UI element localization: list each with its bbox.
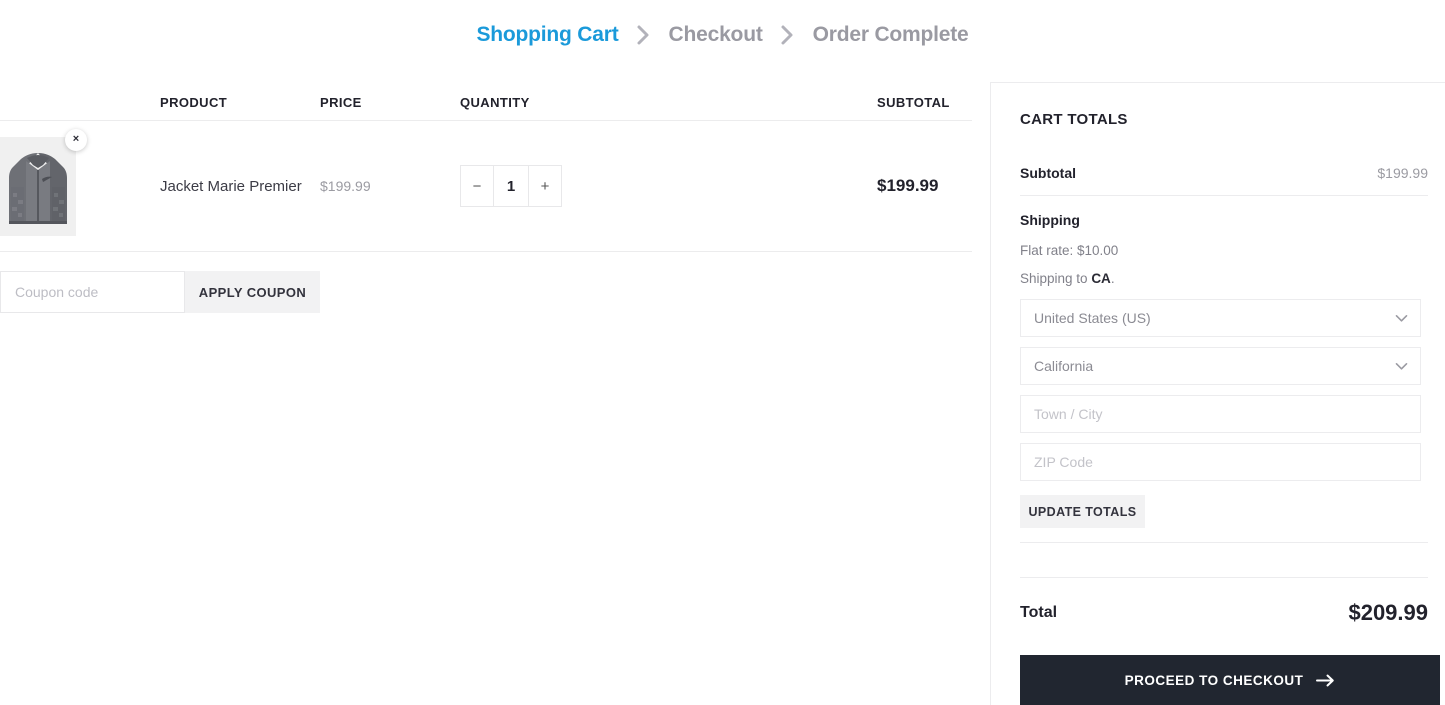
shipping-to-state: CA <box>1091 271 1111 286</box>
cart-table: PRODUCT PRICE QUANTITY SUBTOTAL <box>0 82 972 252</box>
state-select-value: California <box>1021 348 1420 384</box>
table-row: × Jacket Marie Premier $199.99 − 1 + $19… <box>0 121 972 252</box>
shipping-flat-rate: Flat rate: $10.00 <box>1020 243 1428 258</box>
proceed-to-checkout-button[interactable]: PROCEED TO CHECKOUT <box>1020 655 1440 705</box>
update-totals-button[interactable]: UPDATE TOTALS <box>1020 495 1145 528</box>
shipping-to-suffix: . <box>1111 271 1115 286</box>
coupon-input[interactable] <box>0 271 185 313</box>
zip-input[interactable] <box>1021 444 1420 480</box>
shipping-destination: Shipping to CA. <box>1020 271 1428 286</box>
country-select[interactable]: United States (US) <box>1020 299 1421 337</box>
product-cell: × Jacket Marie Premier <box>0 121 320 252</box>
column-header-subtotal: SUBTOTAL <box>672 95 972 120</box>
product-quantity-cell: − 1 + <box>460 165 672 207</box>
column-header-product: PRODUCT <box>0 95 320 120</box>
product-subtotal: $199.99 <box>877 176 938 196</box>
quantity-stepper: − 1 + <box>460 165 562 207</box>
product-name[interactable]: Jacket Marie Premier <box>160 178 302 195</box>
shipping-block: Shipping Flat rate: $10.00 Shipping to C… <box>1020 196 1428 543</box>
cart-totals-title: CART TOTALS <box>1020 111 1428 128</box>
product-subtotal-cell: $199.99 <box>672 176 972 196</box>
step-checkout[interactable]: Checkout <box>669 23 763 47</box>
shipping-to-prefix: Shipping to <box>1020 271 1091 286</box>
product-price-cell: $199.99 <box>320 178 460 194</box>
quantity-decrease-button[interactable]: − <box>461 166 493 206</box>
product-thumbnail-wrap: × <box>0 121 160 252</box>
product-price: $199.99 <box>320 178 371 194</box>
coupon-row: APPLY COUPON <box>0 271 972 313</box>
shipping-label: Shipping <box>1020 212 1428 228</box>
subtotal-value: $199.99 <box>1377 165 1428 181</box>
total-value: $209.99 <box>1348 600 1428 626</box>
arrow-right-icon <box>1316 674 1335 687</box>
cart-page: Shopping Cart Checkout Order Complete PR… <box>0 0 1445 705</box>
quantity-value[interactable]: 1 <box>493 166 529 206</box>
country-select-value: United States (US) <box>1021 300 1420 336</box>
chevron-right-icon-2 <box>763 24 813 46</box>
chevron-right-icon <box>619 24 669 46</box>
state-select[interactable]: California <box>1020 347 1421 385</box>
column-header-price: PRICE <box>320 95 460 120</box>
zip-field[interactable] <box>1020 443 1421 481</box>
proceed-to-checkout-label: PROCEED TO CHECKOUT <box>1125 673 1304 688</box>
product-image[interactable] <box>0 137 76 236</box>
total-row: Total $209.99 <box>1020 577 1428 626</box>
step-shopping-cart[interactable]: Shopping Cart <box>476 23 618 47</box>
subtotal-row: Subtotal $199.99 <box>1020 165 1428 196</box>
step-order-complete[interactable]: Order Complete <box>813 23 969 47</box>
apply-coupon-button[interactable]: APPLY COUPON <box>185 271 320 313</box>
cart-totals-panel: CART TOTALS Subtotal $199.99 Shipping Fl… <box>990 82 1445 705</box>
remove-item-button[interactable]: × <box>65 129 87 151</box>
checkout-steps: Shopping Cart Checkout Order Complete <box>0 0 1445 70</box>
cart-table-header: PRODUCT PRICE QUANTITY SUBTOTAL <box>0 82 972 121</box>
subtotal-label: Subtotal <box>1020 165 1076 181</box>
total-label: Total <box>1020 604 1057 622</box>
column-header-quantity: QUANTITY <box>460 95 672 120</box>
city-field[interactable] <box>1020 395 1421 433</box>
city-input[interactable] <box>1021 396 1420 432</box>
quantity-increase-button[interactable]: + <box>529 166 561 206</box>
